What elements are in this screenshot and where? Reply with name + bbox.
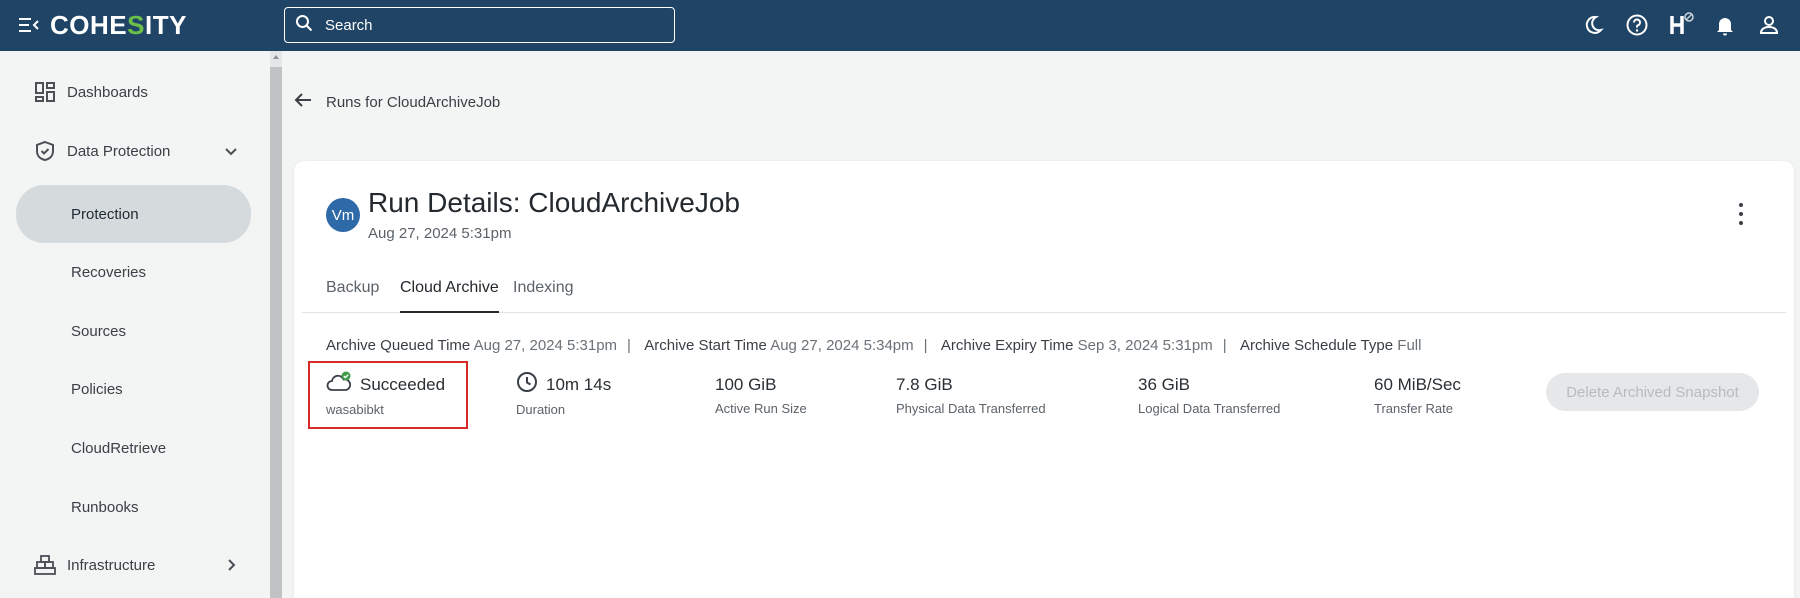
header-actions [1580, 12, 1782, 38]
back-link[interactable]: Runs for CloudArchiveJob [294, 92, 500, 112]
status-badge: Succeeded [360, 374, 446, 394]
top-bar: COHESITY [0, 0, 1800, 51]
scrollbar-thumb[interactable] [270, 67, 282, 598]
chevron-right-icon[interactable] [223, 557, 239, 573]
more-options-icon[interactable] [1734, 203, 1748, 225]
duration-stat: 10m 14s Duration [516, 371, 611, 417]
sidebar-item-protection[interactable]: Protection [16, 185, 251, 243]
active-run-size-stat: 100 GiB Active Run Size [715, 375, 807, 416]
user-icon[interactable] [1756, 12, 1782, 38]
bell-icon[interactable] [1712, 12, 1738, 38]
chevron-down-icon[interactable] [223, 143, 239, 159]
infrastructure-icon [34, 554, 56, 576]
clock-icon [516, 371, 538, 398]
tab-cloud-archive[interactable]: Cloud Archive [400, 279, 499, 313]
transfer-rate-stat: 60 MiB/Sec Transfer Rate [1374, 375, 1461, 416]
shield-icon [34, 140, 56, 162]
sidebar-item-data-protection[interactable]: Data Protection [16, 123, 251, 179]
tab-backup[interactable]: Backup [326, 279, 379, 313]
sidebar-scrollbar[interactable] [270, 51, 282, 598]
help-icon[interactable] [1624, 12, 1650, 38]
tab-bar: Backup Cloud Archive Indexing [302, 267, 1786, 313]
arrow-left-icon [294, 92, 312, 112]
menu-collapse-icon[interactable] [18, 16, 40, 34]
delete-archived-snapshot-button[interactable]: Delete Archived Snapshot [1546, 373, 1759, 411]
sidebar-item-runbooks[interactable]: Runbooks [16, 479, 251, 535]
search-input[interactable] [325, 16, 645, 34]
sidebar-item-infrastructure[interactable]: Infrastructure [16, 537, 251, 593]
physical-data-stat: 7.8 GiB Physical Data Transferred [896, 375, 1046, 416]
sidebar-item-recoveries[interactable]: Recoveries [16, 244, 251, 300]
run-details-card: Vm Run Details: CloudArchiveJob Aug 27, … [294, 161, 1794, 598]
moon-icon[interactable] [1580, 12, 1606, 38]
sidebar-item-cloudretrieve[interactable]: CloudRetrieve [16, 420, 251, 476]
sidebar-nav: Dashboards Data Protection Protection Re… [0, 51, 270, 598]
page-title: Run Details: CloudArchiveJob [368, 187, 740, 218]
sidebar-item-dashboards[interactable]: Dashboards [16, 64, 251, 120]
scroll-up-arrow[interactable] [273, 55, 279, 59]
helios-icon[interactable] [1668, 12, 1694, 38]
cloud-success-icon [326, 371, 352, 398]
run-date: Aug 27, 2024 5:31pm [368, 225, 512, 242]
archive-meta: Archive Queued Time Aug 27, 2024 5:31pm |… [326, 337, 1422, 354]
logical-data-stat: 36 GiB Logical Data Transferred [1138, 375, 1281, 416]
archive-target: wasabibkt [326, 402, 384, 417]
sidebar-item-sources[interactable]: Sources [16, 303, 251, 359]
sidebar-item-policies[interactable]: Policies [16, 361, 251, 417]
avatar: Vm [326, 198, 360, 232]
cohesity-logo[interactable]: COHESITY [50, 10, 187, 41]
status-stat: Succeeded wasabibkt [326, 371, 445, 417]
search-box[interactable] [284, 7, 675, 43]
tab-indexing[interactable]: Indexing [513, 279, 574, 313]
search-icon [295, 14, 313, 37]
dashboard-icon [34, 81, 56, 103]
